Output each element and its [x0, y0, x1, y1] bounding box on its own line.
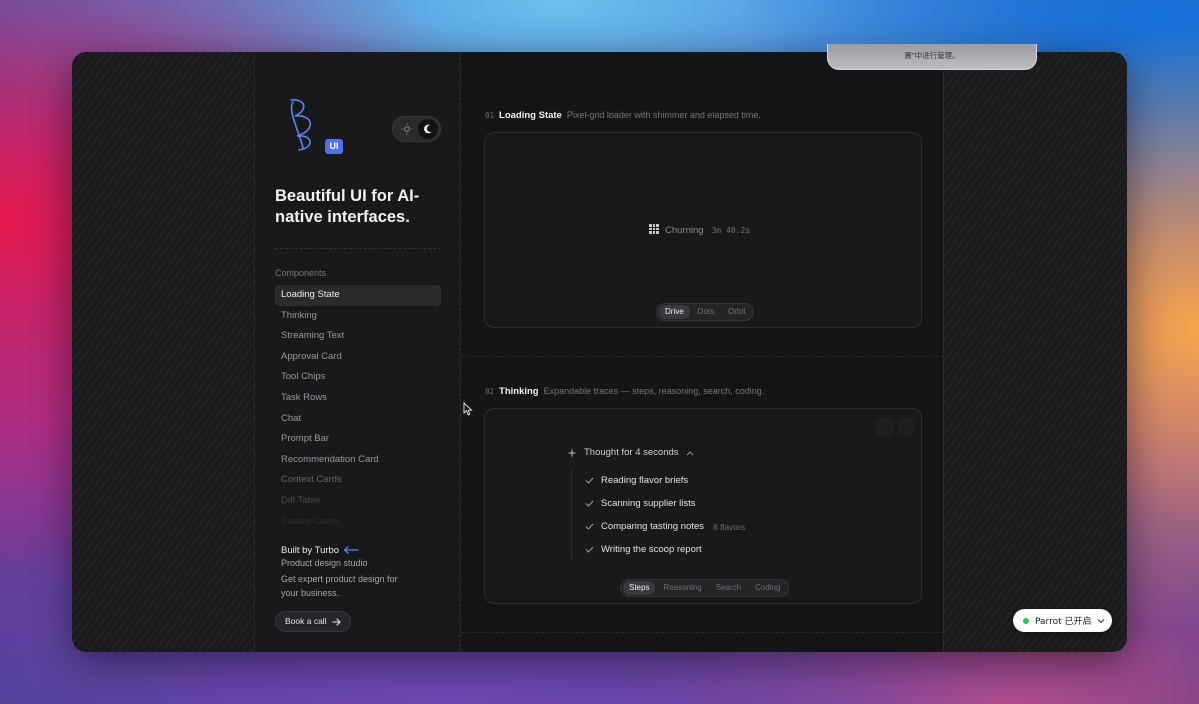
step-row: Comparing tasting notes 6 flavors — [585, 515, 745, 538]
section-divider — [461, 356, 944, 357]
loading-state-card: Churning 3m 40.2s Drive Dots Orbit — [484, 132, 922, 328]
check-icon — [585, 500, 594, 507]
step-row: Scanning supplier lists — [585, 492, 745, 515]
tab-steps[interactable]: Steps — [623, 581, 656, 595]
book-call-button[interactable]: Book a call — [275, 611, 351, 632]
step-row: Writing the scoop report — [585, 538, 745, 561]
tab-coding[interactable]: Coding — [749, 581, 786, 595]
steps-rail — [571, 467, 572, 559]
promo-title[interactable]: Built by Turbo — [281, 543, 431, 557]
tab-reasoning[interactable]: Reasoning — [657, 581, 707, 595]
variant-dots[interactable]: Dots — [692, 305, 720, 319]
main-content: 01 Loading State Pixel-grid loader with … — [461, 52, 944, 652]
section-title: Loading State — [499, 110, 562, 121]
arrow-right-icon — [332, 617, 341, 626]
promo-block: Built by Turbo Product design studio Get… — [281, 543, 431, 600]
nav-item-chat[interactable]: Chat — [275, 409, 441, 430]
step-label: Scanning supplier lists — [601, 498, 696, 509]
thinking-tabs: Steps Reasoning Search Coding — [620, 579, 790, 597]
nav-item-loading-state[interactable]: Loading State — [275, 285, 441, 306]
expand-icon[interactable] — [897, 418, 915, 436]
moon-icon[interactable] — [418, 119, 438, 139]
nav-item-source-cards[interactable]: Source Cards — [275, 512, 441, 533]
check-icon — [585, 546, 594, 553]
variant-switcher: Drive Dots Orbit — [656, 303, 755, 321]
arrow-left-icon — [343, 546, 359, 554]
step-row: Reading flavor briefs — [585, 469, 745, 492]
component-nav: Loading State Thinking Streaming Text Ap… — [275, 285, 441, 532]
theme-toggle[interactable] — [392, 116, 441, 142]
section-description: Expandable traces — steps, reasoning, se… — [543, 386, 765, 396]
section-number: 02 — [485, 387, 495, 396]
variant-orbit[interactable]: Orbit — [722, 305, 751, 319]
promo-subtitle: Product design studio — [281, 558, 368, 568]
brand-logo[interactable]: UI — [283, 96, 343, 156]
promo-description: Get expert product design for your busin… — [281, 574, 398, 598]
check-icon — [585, 477, 594, 484]
promo-title-text[interactable]: Built by Turbo — [281, 545, 339, 556]
nav-item-thinking[interactable]: Thinking — [275, 306, 441, 327]
step-label: Reading flavor briefs — [601, 475, 689, 486]
thought-title[interactable]: Thought for 4 seconds — [584, 447, 679, 458]
steps-list: Reading flavor briefs Scanning supplier … — [585, 469, 745, 561]
parrot-label: Parrot 已开启 — [1035, 617, 1092, 627]
nav-item-task-rows[interactable]: Task Rows — [275, 388, 441, 409]
elapsed-time: 3m 40.2s — [711, 225, 751, 235]
sidebar: UI Beautiful UI for AI-native interfaces… — [254, 52, 461, 652]
nav-item-approval-card[interactable]: Approval Card — [275, 347, 441, 368]
parrot-status-pill[interactable]: Parrot 已开启 — [1013, 609, 1112, 632]
section-title: Thinking — [499, 386, 539, 397]
logo-badge: UI — [325, 139, 343, 154]
card-actions — [876, 418, 915, 436]
thinking-card: Thought for 4 seconds Reading flavor bri… — [484, 408, 922, 604]
variant-drive[interactable]: Drive — [659, 305, 690, 319]
divider — [275, 248, 441, 249]
step-note: 6 flavors — [712, 521, 746, 532]
mouse-cursor-icon — [463, 402, 473, 416]
section-description: Pixel-grid loader with shimmer and elaps… — [566, 110, 761, 120]
loader-label: Churning — [665, 224, 704, 236]
section-header-thinking: 02 Thinking Expandable traces — steps, r… — [485, 386, 764, 400]
chevron-down-icon[interactable] — [1097, 618, 1105, 624]
app-window: UI Beautiful UI for AI-native interfaces… — [72, 52, 1127, 652]
nav-item-diff-table[interactable]: Diff Table — [275, 491, 441, 512]
copy-icon[interactable] — [876, 418, 894, 436]
sun-icon[interactable] — [398, 120, 416, 138]
sparkle-icon — [567, 447, 577, 458]
nav-item-tool-chips[interactable]: Tool Chips — [275, 367, 441, 388]
nav-item-prompt-bar[interactable]: Prompt Bar — [275, 429, 441, 450]
loader: Churning 3m 40.2s — [649, 224, 750, 236]
step-label: Writing the scoop report — [601, 544, 702, 555]
tab-search[interactable]: Search — [710, 581, 747, 595]
section-header-loading-state: 01 Loading State Pixel-grid loader with … — [485, 110, 761, 124]
book-call-label: Book a call — [285, 616, 327, 626]
nav-item-context-cards[interactable]: Context Cards — [275, 470, 441, 491]
nav-item-recommendation-card[interactable]: Recommendation Card — [275, 450, 441, 471]
step-label: Comparing tasting notes — [601, 521, 704, 532]
chevron-up-icon — [686, 450, 693, 455]
check-icon — [585, 523, 594, 530]
system-notification-tooltip: 置"中进行管理。 — [827, 44, 1037, 70]
section-number: 01 — [485, 111, 495, 120]
nav-item-streaming-text[interactable]: Streaming Text — [275, 326, 441, 347]
tagline: Beautiful UI for AI-native interfaces. — [275, 187, 420, 226]
thought-toggle[interactable]: Thought for 4 seconds — [567, 447, 694, 458]
components-heading: Components — [275, 268, 327, 278]
pixel-grid-loader-icon — [649, 224, 659, 236]
section-divider — [461, 632, 944, 633]
status-dot — [1023, 617, 1029, 624]
